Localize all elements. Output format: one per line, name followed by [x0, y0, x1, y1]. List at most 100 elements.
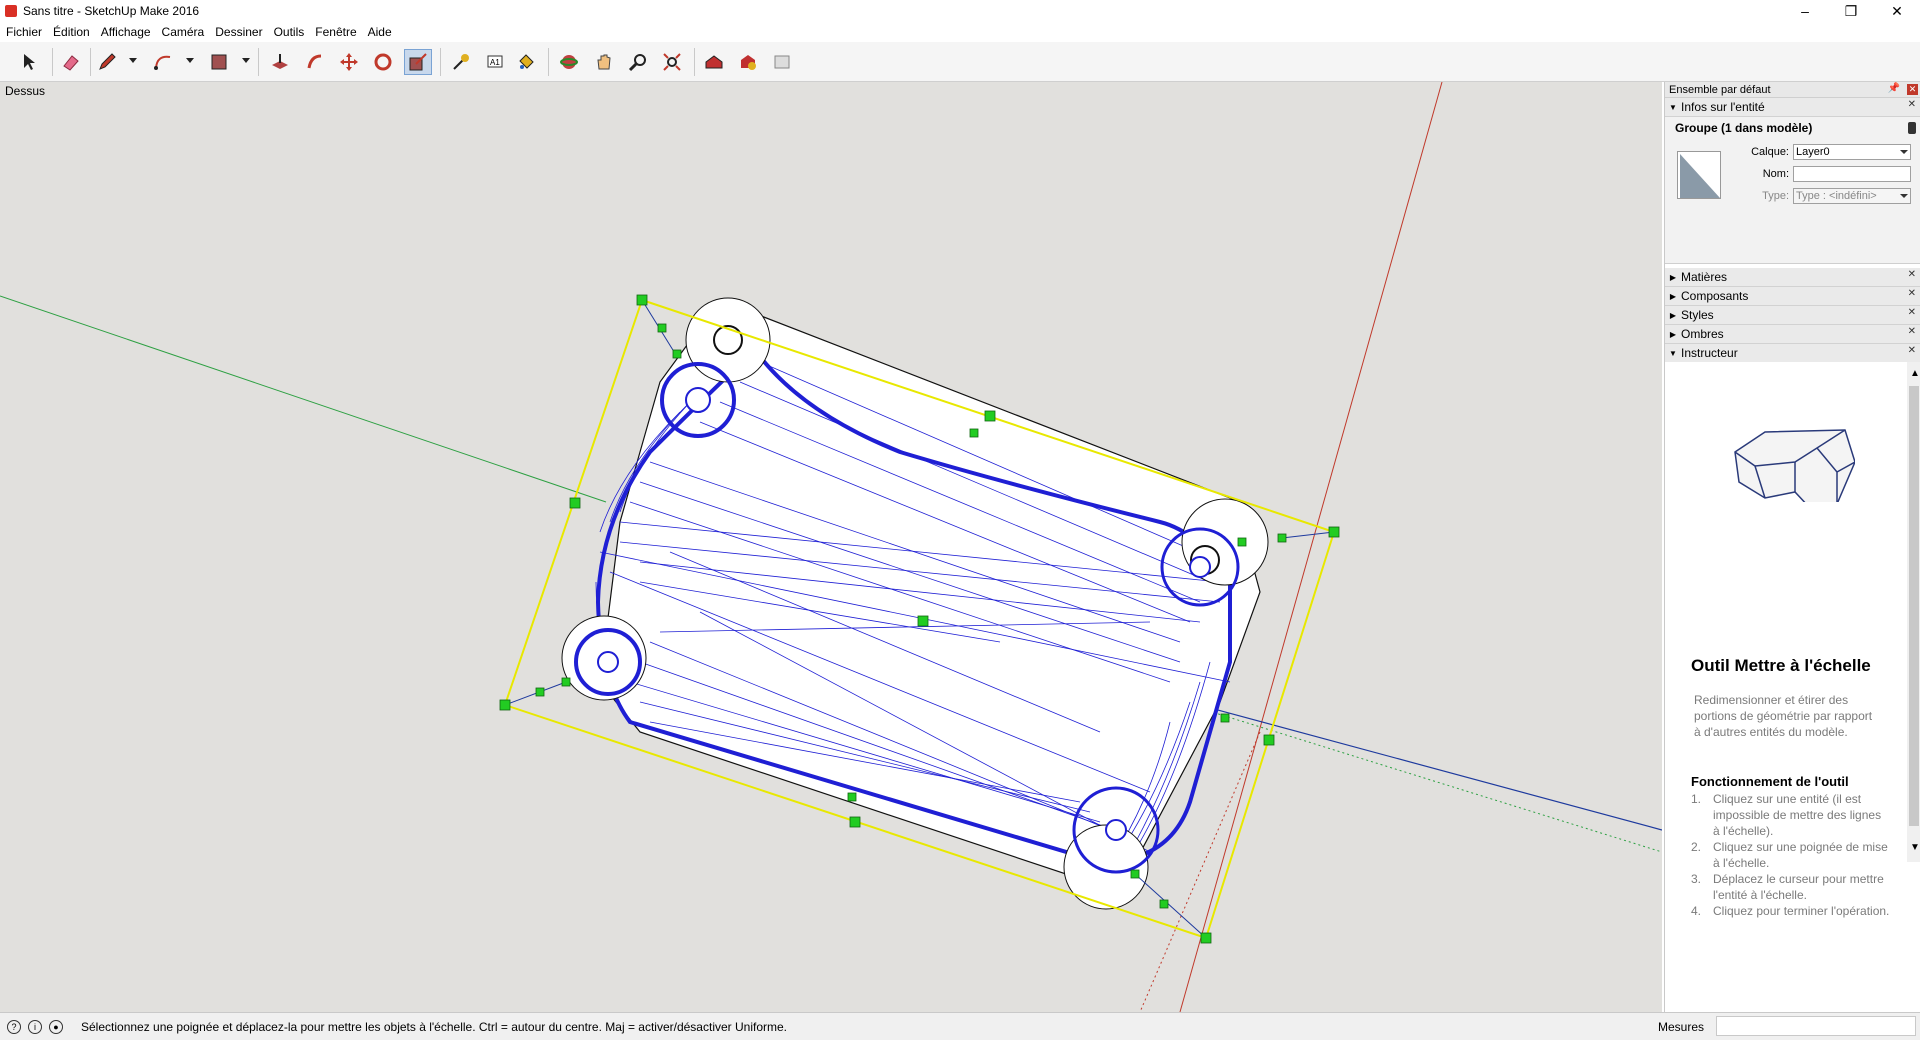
- menu-fichier[interactable]: Fichier: [6, 25, 42, 39]
- entity-info-box: Groupe (1 dans modèle) Calque: Layer0 No…: [1665, 117, 1920, 264]
- arc-dropdown-icon[interactable]: [186, 58, 194, 63]
- section-close-icon[interactable]: ✕: [1908, 326, 1916, 337]
- measurements-label: Mesures: [1658, 1020, 1705, 1034]
- move-icon[interactable]: [335, 49, 363, 75]
- section-label: Instructeur: [1681, 346, 1738, 360]
- sketchup-logo-icon: [5, 5, 17, 17]
- section-instructor[interactable]: ▼ Instructeur ✕: [1665, 344, 1920, 363]
- expanded-triangle-icon: ▼: [1669, 348, 1677, 358]
- menu-affichage[interactable]: Affichage: [101, 25, 151, 39]
- section-shadows[interactable]: ▶ Ombres ✕: [1665, 325, 1920, 344]
- lock-icon[interactable]: [1908, 122, 1916, 134]
- pencil-dropdown-icon[interactable]: [129, 58, 137, 63]
- warehouse-icon[interactable]: [700, 49, 728, 75]
- chevron-down-icon: [1900, 194, 1908, 198]
- collapsed-triangle-icon: ▶: [1669, 291, 1677, 301]
- credits-icon[interactable]: i: [28, 1019, 42, 1034]
- arc-icon[interactable]: [149, 49, 177, 75]
- menu-fenetre[interactable]: Fenêtre: [315, 25, 356, 39]
- maximize-button[interactable]: ❐: [1828, 0, 1874, 22]
- shape-dropdown-icon[interactable]: [242, 58, 250, 63]
- orbit-icon[interactable]: [555, 49, 583, 75]
- eraser-icon[interactable]: [56, 49, 84, 75]
- chevron-down-icon: [1900, 150, 1908, 154]
- shape-icon[interactable]: [205, 49, 233, 75]
- section-label: Styles: [1681, 308, 1714, 322]
- scale-tool-illustration: [1734, 429, 1855, 502]
- green-axis-dashed: [1179, 701, 1662, 853]
- collapsed-triangle-icon: ▶: [1669, 272, 1677, 282]
- menu-camera[interactable]: Caméra: [162, 25, 205, 39]
- instructor-scrollbar[interactable]: ▲ ▼: [1907, 362, 1920, 862]
- section-label: Infos sur l'entité: [1681, 100, 1765, 114]
- list-item: 3. Déplacez le curseur pour mettre l'enti…: [1691, 872, 1884, 902]
- pushpull-icon[interactable]: [266, 49, 294, 75]
- paint-bucket-icon[interactable]: [512, 49, 540, 75]
- section-label: Matières: [1681, 270, 1728, 284]
- list-item: 4. Cliquez pour terminer l'opération.: [1691, 904, 1890, 918]
- rotate-icon[interactable]: [369, 49, 397, 75]
- layout-icon[interactable]: [768, 49, 796, 75]
- section-components[interactable]: ▶ Composants ✕: [1665, 287, 1920, 306]
- section-close-icon[interactable]: ✕: [1908, 307, 1916, 318]
- entity-title: Groupe (1 dans modèle): [1675, 121, 1813, 135]
- scale-icon[interactable]: [404, 49, 432, 75]
- menu-bar: Fichier Édition Affichage Caméra Dessine…: [0, 22, 1920, 42]
- name-field[interactable]: [1793, 166, 1911, 182]
- section-styles[interactable]: ▶ Styles ✕: [1665, 306, 1920, 325]
- status-message: Sélectionnez une poignée et déplacez-la …: [81, 1019, 788, 1034]
- section-close-icon[interactable]: ✕: [1908, 288, 1916, 299]
- followme-icon[interactable]: [301, 49, 329, 75]
- tray-title: Ensemble par défaut: [1669, 83, 1771, 96]
- pin-icon[interactable]: 📌: [1888, 83, 1900, 94]
- menu-dessiner[interactable]: Dessiner: [215, 25, 262, 39]
- zoom-icon[interactable]: [624, 49, 652, 75]
- type-select[interactable]: Type : <indéfini>: [1793, 188, 1911, 204]
- section-close-icon[interactable]: ✕: [1908, 269, 1916, 280]
- window-title: Sans titre - SketchUp Make 2016: [23, 4, 200, 18]
- green-axis: [0, 295, 607, 503]
- layer-select[interactable]: Layer0: [1793, 144, 1911, 160]
- pencil-icon[interactable]: [93, 49, 121, 75]
- expanded-triangle-icon: ▼: [1669, 102, 1677, 112]
- geolocation-icon[interactable]: ?: [7, 1019, 21, 1034]
- title-bar: Sans titre - SketchUp Make 2016 – ❐ ✕: [0, 0, 1920, 22]
- drawing-viewport[interactable]: Dessus: [0, 82, 1662, 1012]
- material-thumbnail[interactable]: [1677, 151, 1721, 199]
- text-icon[interactable]: A1: [481, 49, 509, 75]
- default-tray: Ensemble par défaut 📌 ✕ ▼ Infos sur l'en…: [1664, 82, 1920, 1012]
- section-label: Ombres: [1681, 327, 1724, 341]
- user-icon[interactable]: ●: [49, 1019, 63, 1034]
- type-label: Type:: [1762, 190, 1789, 202]
- menu-outils[interactable]: Outils: [274, 25, 305, 39]
- section-entity-info[interactable]: ▼ Infos sur l'entité ✕: [1665, 98, 1920, 117]
- minimize-button[interactable]: –: [1782, 0, 1828, 22]
- status-bar: ? i ● Sélectionnez une poignée et déplac…: [0, 1012, 1920, 1040]
- menu-edition[interactable]: Édition: [53, 25, 90, 39]
- list-item: 2. Cliquez sur une poignée de mise à l'éc…: [1691, 840, 1888, 870]
- tray-header: Ensemble par défaut 📌 ✕: [1665, 82, 1920, 98]
- close-button[interactable]: ✕: [1874, 0, 1920, 22]
- section-label: Composants: [1681, 289, 1749, 303]
- layer-label: Calque:: [1751, 146, 1789, 158]
- measurements-input[interactable]: [1716, 1016, 1916, 1036]
- model-drawing[interactable]: [0, 82, 1662, 1012]
- collapsed-triangle-icon: ▶: [1669, 329, 1677, 339]
- collapsed-triangle-icon: ▶: [1669, 310, 1677, 320]
- select-icon[interactable]: [15, 49, 43, 75]
- name-label: Nom:: [1762, 168, 1789, 180]
- instructor-title: Outil Mettre à l'échelle: [1691, 656, 1871, 675]
- list-item: 1. Cliquez sur une entité (il est impossi…: [1691, 792, 1882, 838]
- section-materials[interactable]: ▶ Matières ✕: [1665, 268, 1920, 287]
- tray-close-button[interactable]: ✕: [1907, 84, 1918, 95]
- instructor-description: Redimensionner et étirer des portions de…: [1694, 693, 1873, 739]
- section-close-icon[interactable]: ✕: [1908, 345, 1916, 356]
- section-close-icon[interactable]: ✕: [1908, 99, 1916, 110]
- instructor-how-title: Fonctionnement de l'outil: [1691, 774, 1849, 789]
- menu-aide[interactable]: Aide: [368, 25, 392, 39]
- instructor-steps: 1. Cliquez sur une entité (il est impossi…: [1691, 791, 1891, 919]
- extension-icon[interactable]: [734, 49, 762, 75]
- pan-icon[interactable]: [590, 49, 618, 75]
- zoom-extents-icon[interactable]: [658, 49, 686, 75]
- tape-measure-icon[interactable]: [447, 49, 475, 75]
